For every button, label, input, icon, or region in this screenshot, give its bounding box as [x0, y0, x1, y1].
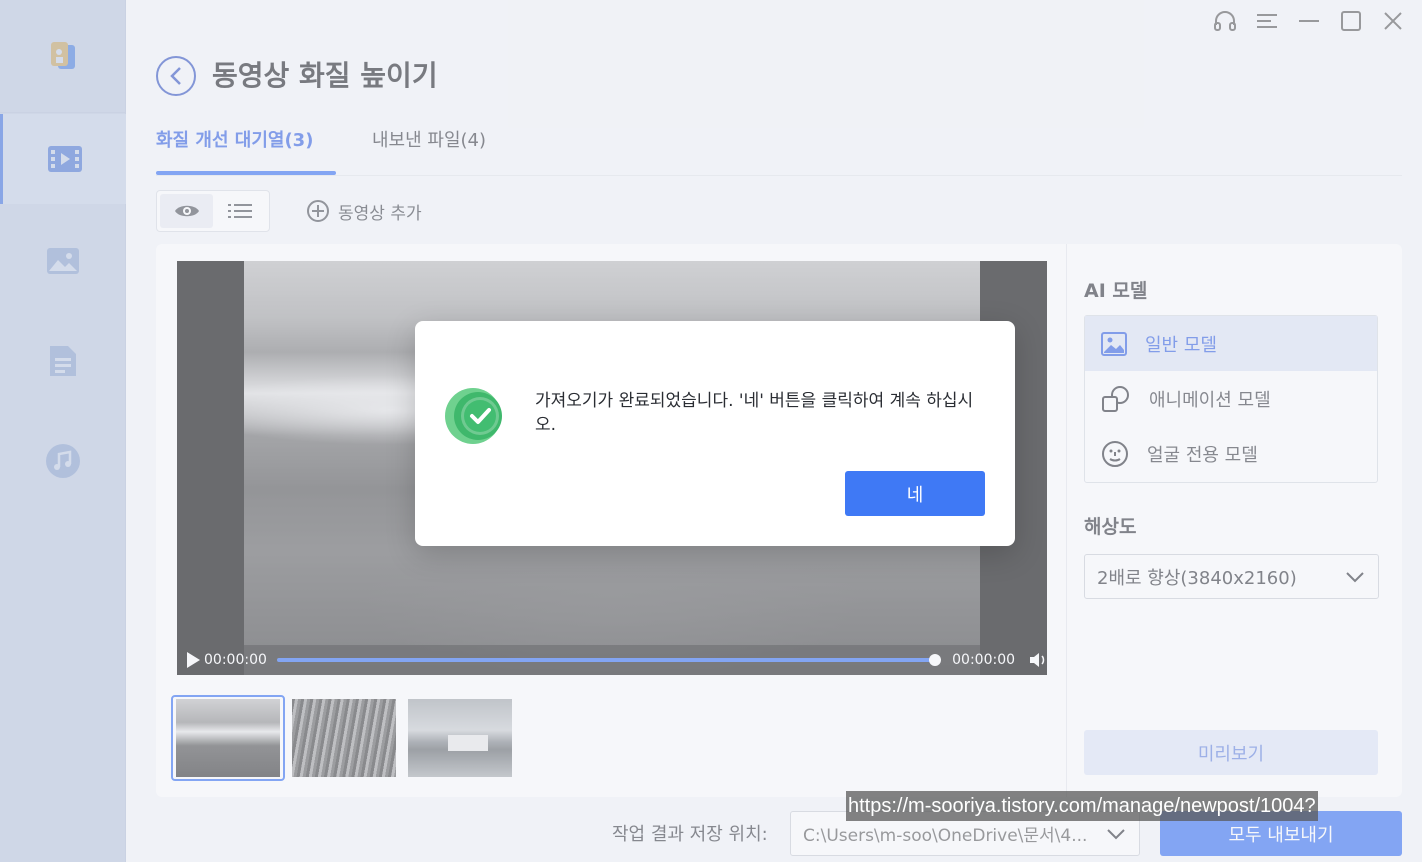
- dialog-message: 가져오기가 완료되었습니다. '네' 버튼을 클릭하여 계속 하십시오.: [535, 391, 974, 435]
- sidebar-overlay: [0, 0, 126, 862]
- dialog-ok-button[interactable]: 네: [845, 471, 985, 516]
- import-complete-dialog: 가져오기가 완료되었습니다. '네' 버튼을 클릭하여 계속 하십시오. 네: [415, 321, 1015, 546]
- url-watermark: https://m-sooriya.tistory.com/manage/new…: [846, 791, 1318, 821]
- check-circle-icon: [445, 388, 502, 444]
